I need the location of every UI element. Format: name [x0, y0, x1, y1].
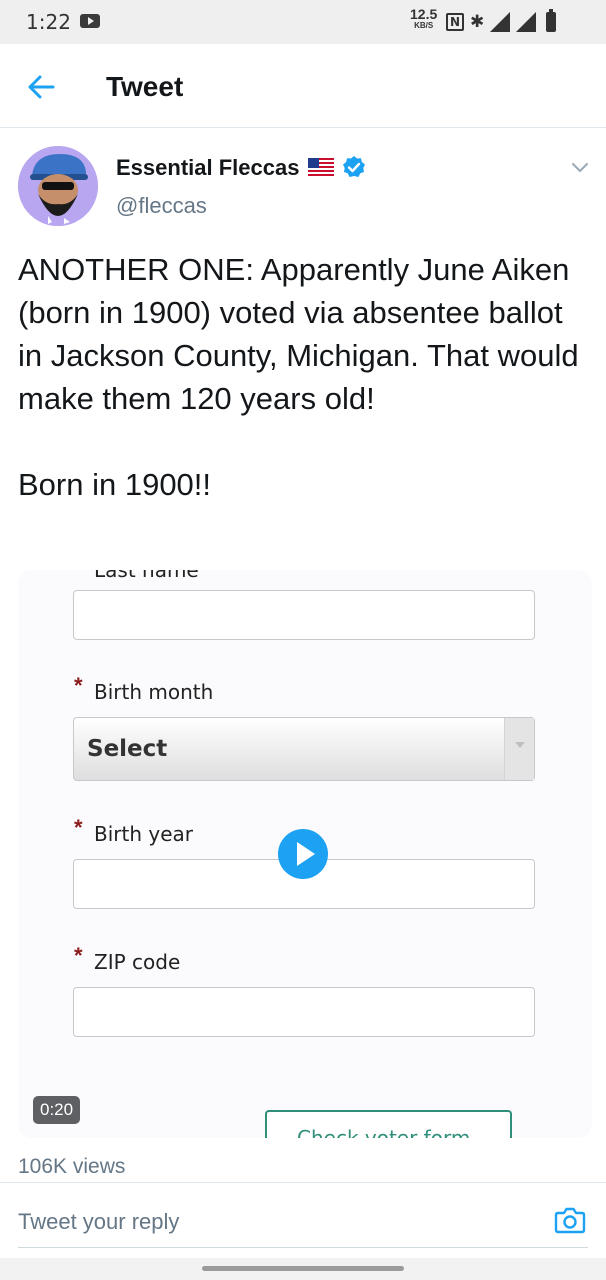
author-handle[interactable]: @fleccas: [116, 193, 207, 219]
select-value: Select: [87, 736, 168, 762]
required-marker: *: [74, 943, 83, 968]
bluetooth-icon: ✱: [470, 12, 485, 32]
status-icons: N ✱: [446, 9, 557, 34]
page-title: Tweet: [106, 71, 184, 102]
birth-month-select: Select: [73, 717, 535, 781]
last-name-field: [73, 590, 535, 640]
reply-input-underline: [18, 1247, 588, 1248]
top-app-bar: Tweet: [0, 44, 606, 128]
4g-signal-icon: [490, 12, 511, 32]
author-name[interactable]: Essential Fleccas: [116, 155, 299, 181]
play-icon[interactable]: [278, 829, 328, 879]
signal-icon: [516, 12, 537, 32]
tweet-paragraph: ANOTHER ONE: Apparently June Aiken (born…: [18, 252, 579, 416]
arrow-left-icon[interactable]: [26, 72, 56, 102]
gesture-nav-bar: [0, 1258, 606, 1280]
us-flag-icon: [308, 158, 334, 176]
battery-icon: [546, 9, 557, 32]
last-name-label: Last name: [94, 570, 199, 582]
verified-badge-icon: [343, 156, 365, 177]
network-speed-value: 12.5: [410, 6, 438, 22]
view-count: 106K views: [18, 1155, 126, 1178]
nfc-icon: N: [446, 13, 464, 31]
camera-icon[interactable]: [554, 1205, 586, 1235]
zip-code-label: ZIP code: [94, 950, 181, 974]
youtube-icon: [80, 14, 100, 28]
status-bar: 1:22 12.5 KB/S N ✱: [0, 0, 606, 44]
chevron-down-icon[interactable]: [570, 160, 590, 174]
avatar[interactable]: [18, 146, 98, 226]
tweet-video[interactable]: Last name * Birth month Select * Birth y…: [18, 570, 592, 1138]
birth-year-label: Birth year: [94, 822, 193, 846]
form-submit-button-partial: Check voter form: [265, 1110, 512, 1138]
network-speed-unit: KB/S: [414, 21, 434, 30]
network-speed: 12.5 KB/S: [410, 6, 438, 30]
required-marker: *: [74, 673, 83, 698]
zip-code-field: [73, 987, 535, 1037]
form-submit-button-label: Check voter form: [297, 1126, 471, 1138]
tweet-text: ANOTHER ONE: Apparently June Aiken (born…: [18, 248, 590, 506]
video-duration-badge: 0:20: [33, 1096, 81, 1124]
tweet-paragraph: Born in 1900!!: [18, 467, 212, 502]
avatar-illustration: [18, 146, 98, 226]
birth-month-label: Birth month: [94, 680, 214, 704]
select-arrow-icon: [504, 718, 534, 780]
reply-bar: Tweet your reply: [0, 1182, 606, 1258]
reply-input[interactable]: Tweet your reply: [18, 1209, 179, 1235]
required-marker: *: [74, 815, 83, 840]
home-gesture-handle[interactable]: [202, 1266, 404, 1271]
status-time: 1:22: [26, 10, 71, 34]
